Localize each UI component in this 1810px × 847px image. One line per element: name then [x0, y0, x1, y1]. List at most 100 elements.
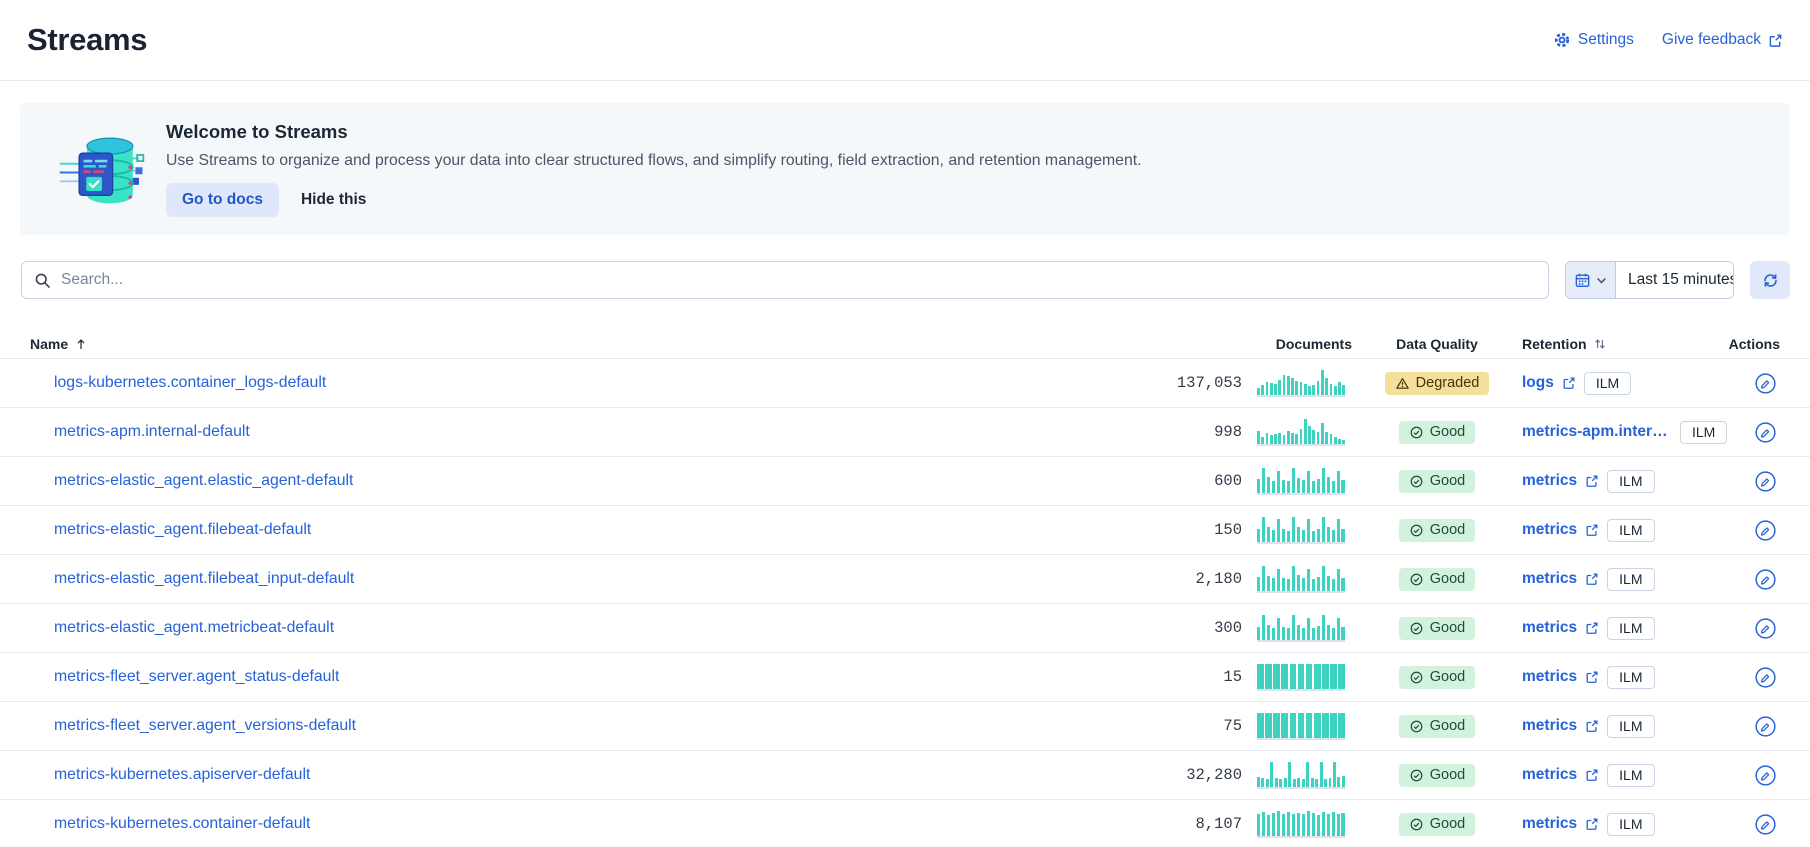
- stream-name-link[interactable]: metrics-fleet_server.agent_status-defaul…: [54, 668, 339, 686]
- check-circle-icon: [1409, 817, 1424, 832]
- edit-stream-button[interactable]: [1753, 665, 1778, 690]
- edit-stream-button[interactable]: [1753, 812, 1778, 837]
- edit-stream-button[interactable]: [1753, 714, 1778, 739]
- retention-link[interactable]: metrics: [1522, 619, 1577, 637]
- quality-label: Good: [1430, 473, 1465, 489]
- check-circle-icon: [1409, 621, 1424, 636]
- table-row: metrics-fleet_server.agent_versions-defa…: [0, 702, 1810, 751]
- quality-label: Good: [1430, 767, 1465, 783]
- table-header-row: Name Documents Data Quality Retention A: [0, 329, 1810, 359]
- stream-name-link[interactable]: logs-kubernetes.container_logs-default: [54, 374, 326, 392]
- check-circle-icon: [1409, 425, 1424, 440]
- settings-link[interactable]: Settings: [1553, 31, 1634, 49]
- ilm-badge: ILM: [1584, 372, 1631, 395]
- time-range-value[interactable]: Last 15 minutes: [1616, 262, 1734, 298]
- page-header: Streams Settings Give feedback: [0, 0, 1810, 81]
- table-row: metrics-elastic_agent.filebeat-default 1…: [0, 506, 1810, 555]
- edit-stream-button[interactable]: [1753, 567, 1778, 592]
- quality-badge: Good: [1399, 715, 1475, 738]
- documents-sparkline-chart: [1257, 566, 1345, 593]
- external-link-icon: [1585, 768, 1599, 782]
- stream-name-link[interactable]: metrics-fleet_server.agent_versions-defa…: [54, 717, 356, 735]
- ilm-badge: ILM: [1607, 666, 1654, 689]
- sort-ascending-icon: [74, 337, 88, 351]
- documents-sparkline-chart: [1257, 713, 1345, 740]
- stream-name-link[interactable]: metrics-kubernetes.container-default: [54, 815, 310, 833]
- quality-badge: Good: [1399, 519, 1475, 542]
- edit-pencil-circle-icon: [1753, 616, 1778, 641]
- table-row: metrics-elastic_agent.filebeat_input-def…: [0, 555, 1810, 604]
- documents-sparkline-chart: [1257, 615, 1345, 642]
- table-row: metrics-elastic_agent.metricbeat-default…: [0, 604, 1810, 653]
- quality-label: Degraded: [1416, 375, 1480, 391]
- ilm-badge: ILM: [1680, 421, 1727, 444]
- retention-link[interactable]: metrics-apm.interna...: [1522, 423, 1672, 441]
- search-input[interactable]: [61, 271, 1536, 289]
- stream-name-link[interactable]: metrics-kubernetes.apiserver-default: [54, 766, 310, 784]
- quality-label: Good: [1430, 620, 1465, 636]
- quality-label: Good: [1430, 816, 1465, 832]
- edit-stream-button[interactable]: [1753, 763, 1778, 788]
- external-link-icon: [1585, 670, 1599, 684]
- column-header-name[interactable]: Name: [24, 336, 1072, 352]
- table-row: metrics-kubernetes.apiserver-default 32,…: [0, 751, 1810, 800]
- external-link-icon: [1768, 33, 1783, 48]
- retention-link[interactable]: metrics: [1522, 570, 1577, 588]
- search-box: [21, 261, 1549, 299]
- table-row: metrics-apm.internal-default 998: [0, 408, 1810, 457]
- external-link-icon: [1585, 572, 1599, 586]
- retention-link[interactable]: logs: [1522, 374, 1554, 392]
- documents-sparkline-chart: [1257, 762, 1345, 789]
- check-circle-icon: [1409, 523, 1424, 538]
- edit-stream-button[interactable]: [1753, 420, 1778, 445]
- retention-link[interactable]: metrics: [1522, 668, 1577, 686]
- stream-name-link[interactable]: metrics-elastic_agent.metricbeat-default: [54, 619, 334, 637]
- documents-count: 300: [1214, 619, 1242, 637]
- sort-both-icon: [1593, 337, 1607, 351]
- edit-pencil-circle-icon: [1753, 371, 1778, 396]
- column-header-retention[interactable]: Retention: [1522, 336, 1742, 352]
- stream-name-link[interactable]: metrics-elastic_agent.filebeat-default: [54, 521, 311, 539]
- date-quick-select-button[interactable]: [1566, 262, 1616, 298]
- hide-this-button[interactable]: Hide this: [301, 191, 366, 209]
- edit-stream-button[interactable]: [1753, 371, 1778, 396]
- stream-name-link[interactable]: metrics-elastic_agent.filebeat_input-def…: [54, 570, 354, 588]
- ilm-badge: ILM: [1607, 813, 1654, 836]
- ilm-badge: ILM: [1607, 764, 1654, 787]
- table-row: metrics-elastic_agent.elastic_agent-defa…: [0, 457, 1810, 506]
- quality-badge: Good: [1399, 813, 1475, 836]
- retention-link[interactable]: metrics: [1522, 472, 1577, 490]
- quality-badge: Degraded: [1385, 372, 1490, 395]
- documents-sparkline-chart: [1257, 468, 1345, 495]
- edit-pencil-circle-icon: [1753, 469, 1778, 494]
- edit-stream-button[interactable]: [1753, 518, 1778, 543]
- table-row: metrics-kubernetes.container-default 8,1…: [0, 800, 1810, 847]
- edit-pencil-circle-icon: [1753, 763, 1778, 788]
- stream-name-link[interactable]: metrics-elastic_agent.elastic_agent-defa…: [54, 472, 353, 490]
- ilm-badge: ILM: [1607, 519, 1654, 542]
- retention-link[interactable]: metrics: [1522, 815, 1577, 833]
- column-header-documents[interactable]: Documents: [1072, 336, 1352, 352]
- quality-badge: Good: [1399, 764, 1475, 787]
- give-feedback-link[interactable]: Give feedback: [1662, 31, 1783, 49]
- edit-stream-button[interactable]: [1753, 616, 1778, 641]
- go-to-docs-button[interactable]: Go to docs: [166, 183, 279, 217]
- page-title: Streams: [27, 22, 147, 58]
- streams-table: Name Documents Data Quality Retention A: [0, 329, 1810, 847]
- documents-count: 2,180: [1195, 570, 1242, 588]
- retention-link[interactable]: metrics: [1522, 521, 1577, 539]
- chevron-down-icon: [1596, 275, 1607, 286]
- documents-count: 600: [1214, 472, 1242, 490]
- quality-label: Good: [1430, 718, 1465, 734]
- retention-link[interactable]: metrics: [1522, 717, 1577, 735]
- quality-label: Good: [1430, 669, 1465, 685]
- ilm-badge: ILM: [1607, 715, 1654, 738]
- quality-label: Good: [1430, 522, 1465, 538]
- retention-link[interactable]: metrics: [1522, 766, 1577, 784]
- welcome-banner: Welcome to Streams Use Streams to organi…: [20, 103, 1790, 235]
- external-link-icon: [1585, 621, 1599, 635]
- welcome-actions: Go to docs Hide this: [166, 183, 1142, 217]
- refresh-button[interactable]: [1750, 261, 1790, 299]
- stream-name-link[interactable]: metrics-apm.internal-default: [54, 423, 250, 441]
- edit-stream-button[interactable]: [1753, 469, 1778, 494]
